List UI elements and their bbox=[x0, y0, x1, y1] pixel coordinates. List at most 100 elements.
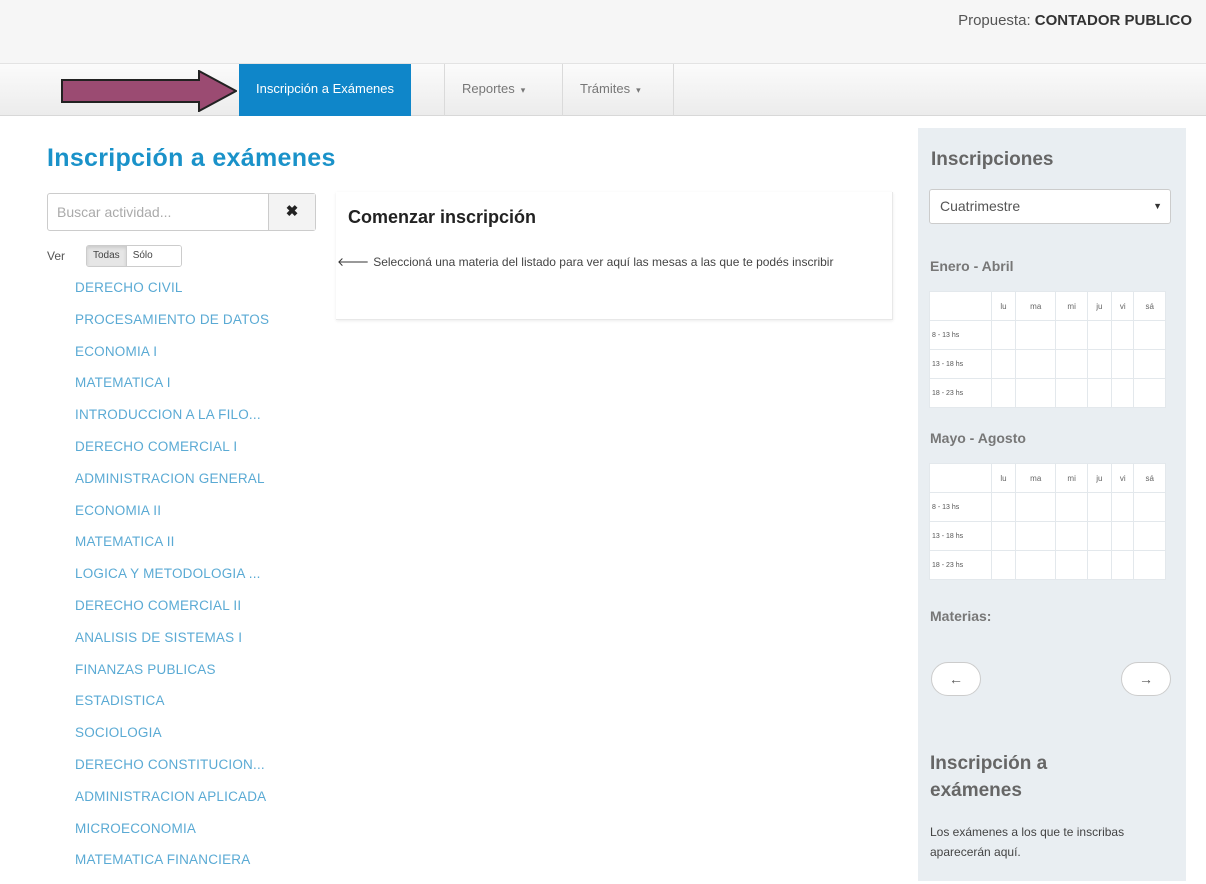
schedule-cell bbox=[1110, 320, 1135, 350]
day-header: vi bbox=[1110, 291, 1135, 321]
schedule-row: 13 - 18 hs bbox=[929, 349, 1166, 379]
nav-tramites[interactable]: Trámites ▾ bbox=[563, 64, 658, 116]
time-slot-label: 8 - 13 hs bbox=[929, 492, 992, 522]
subject-link[interactable]: DERECHO CIVIL bbox=[75, 280, 269, 312]
arrow-right-icon: → bbox=[1139, 671, 1153, 687]
day-header: ma bbox=[1015, 291, 1057, 321]
time-slot-label: 8 - 13 hs bbox=[929, 320, 992, 350]
ver-label: Ver bbox=[47, 249, 66, 263]
subject-link[interactable]: ANALISIS DE SISTEMAS I bbox=[75, 630, 269, 662]
schedule-cell bbox=[990, 521, 1017, 551]
nav-inscripcion-examenes-label: Inscripción a Exámenes bbox=[256, 81, 395, 96]
schedule-row: 8 - 13 hs bbox=[929, 492, 1166, 522]
filter-todas-button[interactable]: Todas bbox=[87, 246, 127, 266]
schedule-row: 18 - 23 hs bbox=[929, 550, 1166, 580]
schedule-cell bbox=[990, 550, 1017, 580]
schedule-cell bbox=[1133, 521, 1166, 551]
day-header: lu bbox=[990, 463, 1017, 493]
day-header: lu bbox=[990, 291, 1017, 321]
schedule-cell bbox=[990, 492, 1017, 522]
schedule-cell bbox=[1055, 492, 1088, 522]
schedule-cell bbox=[990, 378, 1017, 408]
time-slot-label: 13 - 18 hs bbox=[929, 521, 992, 551]
schedule-cell bbox=[1086, 320, 1112, 350]
schedule-cell bbox=[1086, 378, 1112, 408]
nav-tramites-label: Trámites bbox=[580, 81, 631, 96]
prev-button[interactable]: ← bbox=[931, 662, 981, 696]
schedule-cell bbox=[1055, 550, 1088, 580]
propuesta-info: Propuesta: CONTADOR PUBLICO bbox=[958, 12, 1192, 29]
period-label: Mayo - Agosto bbox=[930, 430, 1026, 446]
subject-link[interactable]: SOCIOLOGIA bbox=[75, 725, 269, 757]
schedule-cell bbox=[1086, 349, 1112, 379]
schedule-cell bbox=[1055, 521, 1088, 551]
day-header: ma bbox=[1015, 463, 1057, 493]
panel-instructions: 🡐 Seleccioná una materia del listado para… bbox=[337, 252, 877, 272]
period-select[interactable]: Cuatrimestre ▼ bbox=[929, 189, 1171, 224]
page-title: Inscripción a exámenes bbox=[47, 144, 336, 172]
clear-search-button[interactable]: ✖ bbox=[268, 194, 315, 230]
annotation-arrow-icon bbox=[61, 70, 237, 112]
subject-link[interactable]: PROCESAMIENTO DE DATOS bbox=[75, 312, 269, 344]
nav-inscripcion-examenes[interactable]: Inscripción a Exámenes bbox=[239, 64, 412, 116]
day-header: vi bbox=[1110, 463, 1135, 493]
subject-link[interactable]: INTRODUCCION A LA FILO... bbox=[75, 407, 269, 439]
subject-link[interactable]: DERECHO COMERCIAL II bbox=[75, 598, 269, 630]
day-header: ju bbox=[1086, 463, 1112, 493]
schedule-row: 13 - 18 hs bbox=[929, 521, 1166, 551]
period-select-value: Cuatrimestre bbox=[940, 198, 1021, 214]
period-label: Enero - Abril bbox=[930, 258, 1014, 274]
schedule-cell bbox=[1015, 550, 1057, 580]
filter-toggle-group: Todas Sólo inscriptas bbox=[86, 245, 182, 267]
schedule-cell bbox=[1015, 320, 1057, 350]
schedule-cell bbox=[1110, 349, 1135, 379]
chevron-down-icon: ▾ bbox=[520, 84, 526, 95]
exams-note: Los exámenes a los que te inscribas apar… bbox=[930, 825, 1125, 859]
schedule-cell bbox=[1055, 349, 1088, 379]
nav-divider bbox=[673, 64, 674, 116]
time-slot-label: 18 - 23 hs bbox=[929, 550, 992, 580]
schedule-cell bbox=[990, 349, 1017, 379]
arrow-left-icon: ← bbox=[949, 671, 963, 687]
sidebar-title: Inscripciones bbox=[931, 149, 1054, 170]
schedule-cell bbox=[1110, 521, 1135, 551]
panel-title: Comenzar inscripción bbox=[348, 207, 537, 227]
time-slot-label: 13 - 18 hs bbox=[929, 349, 992, 379]
schedule-cell bbox=[1055, 320, 1088, 350]
subject-link[interactable]: MICROECONOMIA bbox=[75, 821, 269, 853]
schedule-row: 8 - 13 hs bbox=[929, 320, 1166, 350]
schedule-cell bbox=[1086, 521, 1112, 551]
day-header: sá bbox=[1133, 291, 1166, 321]
chevron-down-icon: ▼ bbox=[1153, 201, 1162, 211]
nav-reportes-label: Reportes bbox=[462, 81, 515, 96]
nav-reportes[interactable]: Reportes ▾ bbox=[445, 64, 542, 116]
exams-title: Inscripción a exámenes bbox=[930, 753, 1048, 801]
subject-link[interactable]: ESTADISTICA bbox=[75, 693, 269, 725]
schedule-cell bbox=[1086, 550, 1112, 580]
chevron-down-icon: ▾ bbox=[636, 84, 641, 95]
schedule-cell bbox=[1110, 492, 1135, 522]
day-header: mi bbox=[1055, 291, 1088, 321]
subject-link[interactable]: MATEMATICA FINANCIERA bbox=[75, 852, 269, 884]
next-button[interactable]: → bbox=[1121, 662, 1171, 696]
filter-solo-inscriptas-button[interactable]: Sólo inscriptas bbox=[126, 246, 181, 266]
schedule-cell bbox=[1015, 521, 1057, 551]
schedule-table: lu ma mi ju vi sá 8 - 13 hs 13 - 18 hs 1… bbox=[929, 291, 1166, 408]
subject-link[interactable]: FINANZAS PUBLICAS bbox=[75, 662, 269, 694]
schedule-cell bbox=[1015, 378, 1057, 408]
schedule-cell bbox=[1133, 492, 1166, 522]
subject-link[interactable]: LOGICA Y METODOLOGIA ... bbox=[75, 566, 269, 598]
schedule-cell bbox=[1015, 492, 1057, 522]
subject-link[interactable]: ADMINISTRACION APLICADA bbox=[75, 789, 269, 821]
subject-link[interactable]: ECONOMIA II bbox=[75, 503, 269, 535]
subject-link[interactable]: DERECHO CONSTITUCION... bbox=[75, 757, 269, 789]
time-slot-label: 18 - 23 hs bbox=[929, 378, 992, 408]
subject-link[interactable]: DERECHO COMERCIAL I bbox=[75, 439, 269, 471]
search-input[interactable] bbox=[48, 194, 272, 230]
subject-link[interactable]: MATEMATICA II bbox=[75, 534, 269, 566]
subject-link[interactable]: ECONOMIA I bbox=[75, 344, 269, 376]
propuesta-label: Propuesta: bbox=[958, 12, 1031, 29]
subject-link[interactable]: MATEMATICA I bbox=[75, 375, 269, 407]
day-header: sá bbox=[1133, 463, 1166, 493]
subject-link[interactable]: ADMINISTRACION GENERAL bbox=[75, 471, 269, 503]
